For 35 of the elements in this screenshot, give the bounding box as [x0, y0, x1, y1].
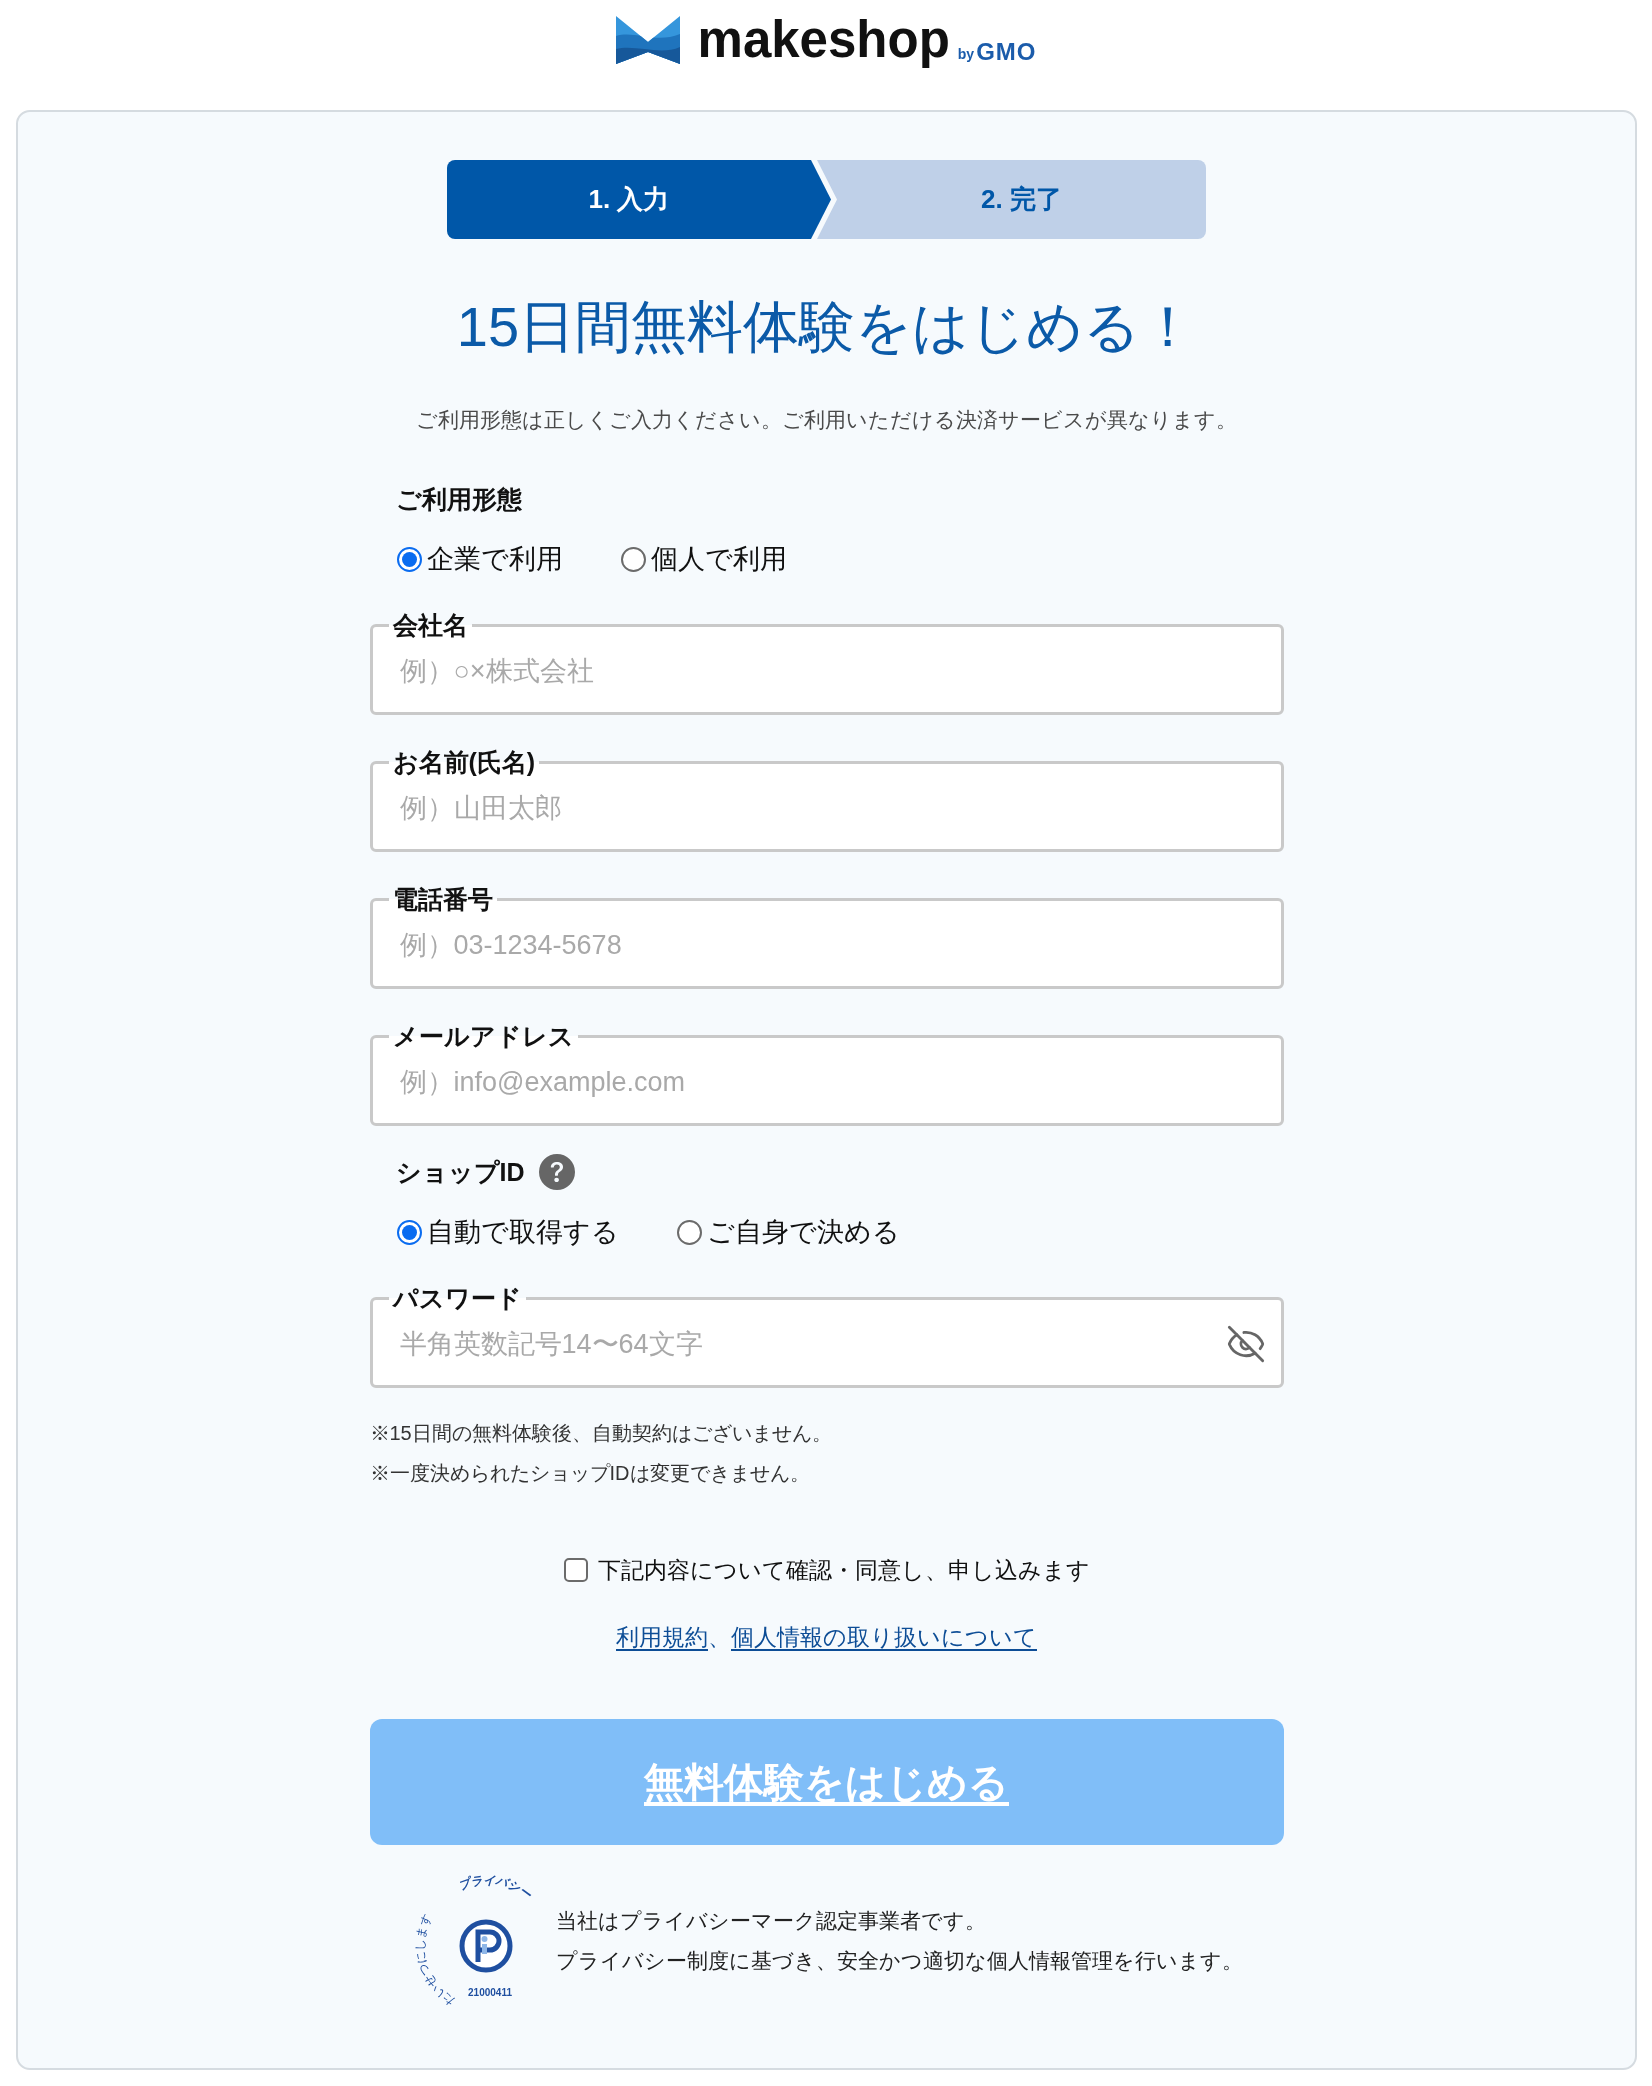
radio-label[interactable]: 企業で利用 — [426, 542, 563, 576]
radio-label[interactable]: 自動で取得する — [426, 1215, 619, 1249]
subtitle-text: ご利用形態は正しくご入力ください。ご利用いただける決済サービスが異なります。 — [416, 407, 1237, 433]
checkbox[interactable] — [563, 1558, 588, 1582]
link[interactable]: 個人情報の取り扱いについて — [731, 1624, 1037, 1650]
field-label: ご利用形態 — [395, 484, 522, 515]
privacy-text: プライバシー制度に基づき、安全かつ適切な個人情報管理を行います。 — [556, 1948, 1243, 1974]
radio-button[interactable] — [676, 1219, 702, 1245]
radio-button[interactable] — [620, 546, 646, 572]
checkbox-label[interactable]: 下記内容について確認・同意し、申し込みます — [597, 1555, 1090, 1585]
eye-off-icon[interactable] — [1225, 1324, 1266, 1364]
logo-wordmark: makeshop — [697, 12, 950, 68]
radio-button[interactable] — [396, 546, 422, 572]
progress-step: 2. 完了 — [817, 160, 1206, 239]
mark-caption: たいせつにします — [412, 1911, 457, 2009]
note-text: ※15日間の無料体験後、自動契約はございません。 — [369, 1421, 833, 1446]
progress-step: 1. 入力 — [447, 160, 831, 239]
field-label: お名前(氏名) — [388, 746, 540, 778]
radio-button[interactable] — [396, 1219, 422, 1245]
privacy-text: 当社はプライバシーマーク認定事業者です。 — [556, 1908, 987, 1934]
mark-caption: プライバシー — [456, 1872, 534, 1902]
registration-number: 21000411 — [468, 1987, 512, 1998]
field-label: 電話番号 — [388, 883, 497, 915]
page-title: 15日間無料体験をはじめる！ — [456, 294, 1197, 360]
radio-label[interactable]: 個人で利用 — [650, 542, 787, 576]
logo-by-text: by — [957, 45, 975, 64]
radio-label[interactable]: ご自身で決める — [706, 1215, 900, 1249]
logo-company-text: GMO — [976, 38, 1037, 67]
help-icon[interactable] — [538, 1154, 575, 1190]
field-label: 会社名 — [388, 609, 472, 641]
terms-links: 利用規約、個人情報の取り扱いについて — [616, 1623, 1037, 1652]
link[interactable]: 利用規約 — [616, 1624, 708, 1650]
note-text: ※一度決められたショップIDは変更できません。 — [369, 1461, 811, 1486]
privacy-mark-icon — [459, 1919, 513, 1973]
field-label: ショップID — [395, 1157, 525, 1188]
